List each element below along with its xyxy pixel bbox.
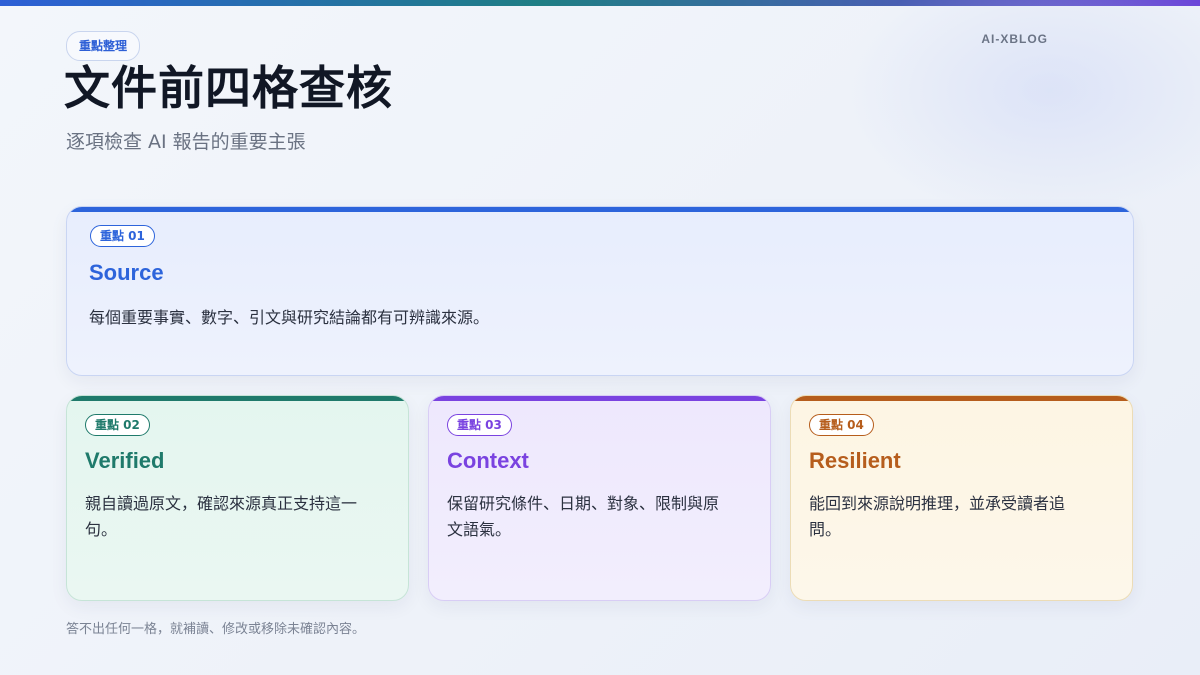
- card-title: Resilient: [809, 448, 901, 473]
- card-title: Context: [447, 448, 529, 473]
- card-description: 保留研究條件、日期、對象、限制與原文語氣。: [447, 494, 720, 539]
- card-description: 能回到來源說明推理，並承受讀者追問。: [809, 494, 1066, 539]
- card-description: 每個重要事實、數字、引文與研究結論都有可辨識來源。: [89, 308, 490, 327]
- card-badge: 重點 04: [809, 414, 874, 436]
- card-title: Source: [89, 260, 164, 285]
- footer-note: 答不出任何一格，就補讀、修改或移除未確認內容。: [66, 622, 366, 637]
- card-title: Verified: [85, 448, 165, 473]
- brand-logo: AI-XBLOG: [981, 32, 1048, 46]
- page-title: 文件前四格查核: [64, 61, 393, 115]
- card-accent-bar: [67, 207, 1133, 212]
- page-subtitle: 逐項檢查 AI 報告的重要主張: [66, 131, 306, 153]
- card-source: 重點 01 Source 每個重要事實、數字、引文與研究結論都有可辨識來源。: [66, 206, 1134, 376]
- card-badge: 重點 02: [85, 414, 150, 436]
- card-accent-bar: [429, 396, 770, 401]
- card-description: 親自讀過原文，確認來源真正支持這一句。: [85, 494, 358, 539]
- card-badge: 重點 01: [90, 225, 155, 247]
- card-context: 重點 03 Context 保留研究條件、日期、對象、限制與原文語氣。: [428, 395, 771, 601]
- card-verified: 重點 02 Verified 親自讀過原文，確認來源真正支持這一句。: [66, 395, 409, 601]
- card-resilient: 重點 04 Resilient 能回到來源說明推理，並承受讀者追問。: [790, 395, 1133, 601]
- card-accent-bar: [791, 396, 1132, 401]
- card-badge: 重點 03: [447, 414, 512, 436]
- card-accent-bar: [67, 396, 408, 401]
